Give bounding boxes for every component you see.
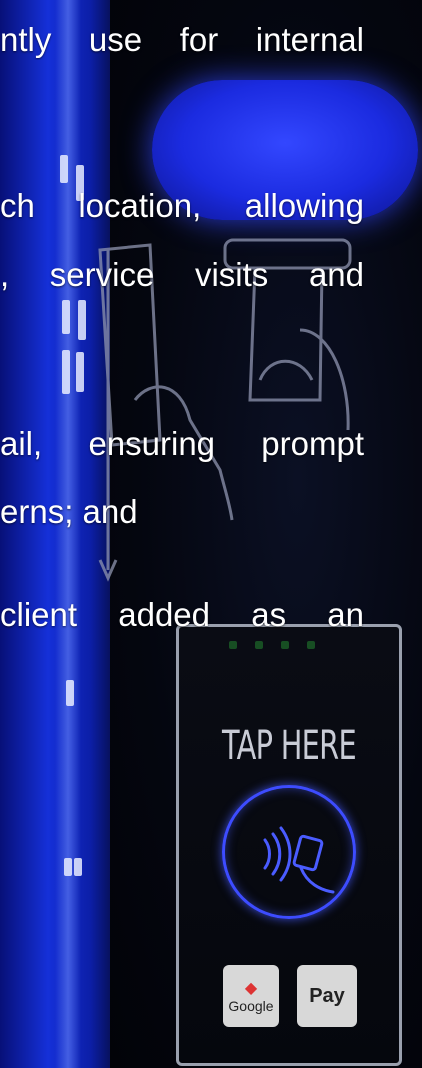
apple-pay-label: Pay (309, 984, 345, 1007)
status-leds (229, 641, 315, 649)
text-line-4: ail, ensuring prompt (0, 425, 364, 462)
led-4 (307, 641, 315, 649)
text-line-5: erns; and (0, 493, 138, 530)
text-line-2: ch location, allowing (0, 187, 364, 224)
text-line-3: , service visits and (0, 256, 364, 293)
google-pay-badge: ◆ Google (223, 965, 279, 1027)
google-pay-label: Google (228, 998, 274, 1014)
apple-pay-badge: Pay (297, 965, 357, 1027)
led-3 (281, 641, 289, 649)
text-line-6: client added as an (0, 596, 364, 633)
google-pay-icon: ◆ (244, 980, 258, 997)
contactless-icon (222, 785, 356, 919)
payment-terminal: TAP HERE ◆ Google Pay (176, 624, 402, 1066)
text-line-1: ntly use for internal (0, 21, 364, 58)
background-photo: TAP HERE ◆ Google Pay (0, 0, 422, 1068)
tap-here-label: TAP HERE (222, 723, 357, 769)
led-2 (255, 641, 263, 649)
led-1 (229, 641, 237, 649)
